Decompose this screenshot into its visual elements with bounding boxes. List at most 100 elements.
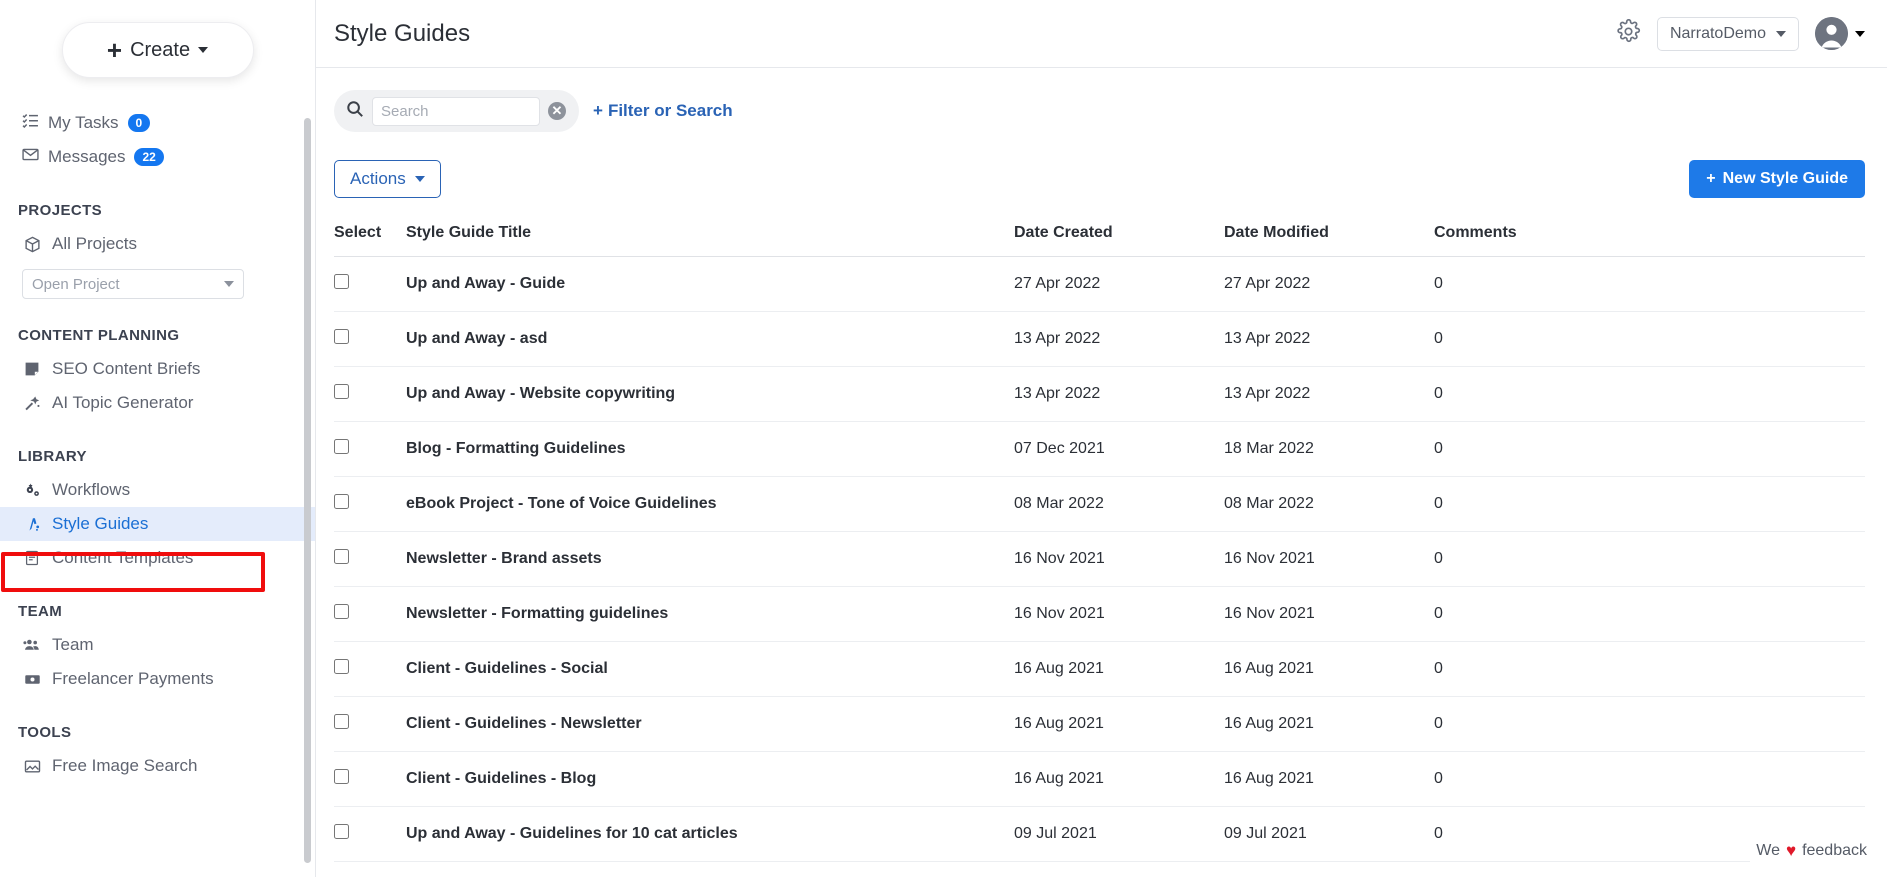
sidebar-item-free-image-search[interactable]: Free Image Search	[0, 749, 315, 783]
quick-links: My Tasks 0 Messages 22	[0, 106, 315, 174]
row-checkbox[interactable]	[334, 659, 349, 674]
sidebar-item-style-guides[interactable]: Style Guides	[0, 507, 315, 541]
sidebar-item-freelancer-payments[interactable]: Freelancer Payments	[0, 662, 315, 696]
sidebar-scrollbar[interactable]	[304, 118, 311, 863]
row-date-modified: 16 Aug 2021	[1224, 641, 1434, 697]
row-date-modified: 16 Aug 2021	[1224, 696, 1434, 752]
row-comments: 0	[1434, 531, 1865, 587]
table-row[interactable]: eBook Project - Tone of Voice Guidelines…	[334, 476, 1865, 532]
row-checkbox[interactable]	[334, 384, 349, 399]
sidebar-item-label: SEO Content Briefs	[52, 359, 201, 378]
table-header-row: Select Style Guide Title Date Created Da…	[334, 224, 1865, 257]
top-bar: Style Guides NarratoDemo	[316, 0, 1887, 68]
people-icon	[22, 636, 42, 654]
row-select-cell	[334, 256, 406, 312]
open-project-value: Open Project	[32, 275, 120, 293]
row-checkbox[interactable]	[334, 604, 349, 619]
row-title[interactable]: Up and Away - Guidelines for 10 cat arti…	[406, 806, 1014, 862]
row-select-cell	[334, 531, 406, 587]
row-checkbox[interactable]	[334, 824, 349, 839]
row-title[interactable]: Client - Guidelines - Blog	[406, 751, 1014, 807]
row-date-modified: 16 Aug 2021	[1224, 751, 1434, 807]
row-title[interactable]: Newsletter - Formatting guidelines	[406, 586, 1014, 642]
row-comments: 0	[1434, 421, 1865, 477]
sidebar-item-label: Messages	[48, 147, 126, 166]
sidebar-item-all-projects[interactable]: All Projects	[0, 227, 315, 261]
row-checkbox[interactable]	[334, 769, 349, 784]
row-date-modified: 13 Apr 2022	[1224, 366, 1434, 422]
sidebar-item-messages[interactable]: Messages 22	[22, 140, 315, 174]
table-row[interactable]: Up and Away - Guide 27 Apr 2022 27 Apr 202…	[334, 256, 1865, 312]
table-row[interactable]: Client - Guidelines - Blog 16 Aug 2021 16 …	[334, 751, 1865, 807]
row-checkbox[interactable]	[334, 439, 349, 454]
filter-or-search-link[interactable]: + Filter or Search	[593, 101, 733, 121]
row-title[interactable]: Client - Guidelines - Newsletter	[406, 696, 1014, 752]
table-row[interactable]: Blog - Formatting Guidelines 07 Dec 2021 1…	[334, 421, 1865, 477]
row-comments: 0	[1434, 586, 1865, 642]
search-input[interactable]	[372, 96, 540, 126]
table-row[interactable]: Up and Away - Guidelines for 10 cat arti…	[334, 806, 1865, 862]
new-style-guide-button[interactable]: + New Style Guide	[1689, 160, 1865, 198]
table-row[interactable]: Client - Guidelines - Social 16 Aug 2021 1…	[334, 641, 1865, 697]
row-checkbox[interactable]	[334, 714, 349, 729]
row-checkbox[interactable]	[334, 549, 349, 564]
row-comments: 0	[1434, 256, 1865, 312]
content-area: ✕ + Filter or Search Actions + New Style…	[316, 68, 1887, 862]
column-header-date-modified: Date Modified	[1224, 224, 1434, 257]
feedback-widget[interactable]: We ♥ feedback	[1750, 837, 1873, 865]
app-root: + Create My Tasks 0 Messages 22 PROJECTS…	[0, 0, 1887, 877]
row-select-cell	[334, 366, 406, 422]
row-title[interactable]: eBook Project - Tone of Voice Guidelines	[406, 476, 1014, 532]
create-button[interactable]: + Create	[61, 22, 254, 78]
sidebar-item-seo-content-briefs[interactable]: SEO Content Briefs	[0, 352, 315, 386]
row-comments: 0	[1434, 696, 1865, 752]
avatar	[1815, 17, 1848, 50]
row-title[interactable]: Up and Away - asd	[406, 311, 1014, 367]
actions-button-label: Actions	[350, 169, 406, 188]
row-comments: 0	[1434, 751, 1865, 807]
sidebar-item-label: Workflows	[52, 480, 131, 499]
table-row[interactable]: Up and Away - asd 13 Apr 2022 13 Apr 2022 0	[334, 311, 1865, 367]
row-comments: 0	[1434, 366, 1865, 422]
chevron-down-icon	[414, 176, 425, 182]
table-row[interactable]: Newsletter - Formatting guidelines 16 Nov…	[334, 586, 1865, 642]
sidebar-item-workflows[interactable]: Workflows	[0, 473, 315, 507]
row-title[interactable]: Client - Guidelines - Social	[406, 641, 1014, 697]
page-title: Style Guides	[334, 19, 471, 47]
organization-selector[interactable]: NarratoDemo	[1656, 16, 1799, 51]
sidebar-item-label: My Tasks	[48, 113, 119, 132]
sidebar-item-my-tasks[interactable]: My Tasks 0	[22, 106, 315, 140]
style-guides-table: Select Style Guide Title Date Created Da…	[334, 224, 1865, 862]
tasks-list-icon	[22, 112, 39, 134]
sidebar-item-team[interactable]: Team	[0, 628, 315, 662]
row-date-created: 16 Aug 2021	[1014, 751, 1224, 807]
row-title[interactable]: Up and Away - Guide	[406, 256, 1014, 312]
section-title-team: TEAM	[18, 603, 63, 620]
row-checkbox[interactable]	[334, 274, 349, 289]
section-title-projects: PROJECTS	[18, 202, 103, 219]
row-date-modified: 27 Apr 2022	[1224, 256, 1434, 312]
row-checkbox[interactable]	[334, 494, 349, 509]
table-row[interactable]: Up and Away - Website copywriting 13 Apr …	[334, 366, 1865, 422]
clear-circle-icon[interactable]: ✕	[548, 102, 566, 120]
row-title[interactable]: Newsletter - Brand assets	[406, 531, 1014, 587]
table-body: Up and Away - Guide 27 Apr 2022 27 Apr 202…	[334, 256, 1865, 862]
filter-or-search-label: Filter or Search	[607, 101, 733, 120]
user-menu[interactable]	[1815, 17, 1865, 50]
image-icon	[22, 758, 42, 775]
sidebar-item-content-templates[interactable]: Content Templates	[0, 541, 315, 575]
table-row[interactable]: Client - Guidelines - Newsletter 16 Aug 2…	[334, 696, 1865, 752]
column-header-title: Style Guide Title	[406, 224, 1014, 257]
row-checkbox[interactable]	[334, 329, 349, 344]
row-title[interactable]: Up and Away - Website copywriting	[406, 366, 1014, 422]
open-project-select[interactable]: Open Project	[22, 269, 244, 299]
table-row[interactable]: Newsletter - Brand assets 16 Nov 2021 16 N…	[334, 531, 1865, 587]
top-bar-right: NarratoDemo	[1616, 16, 1865, 51]
gear-icon[interactable]	[1616, 18, 1641, 49]
row-title[interactable]: Blog - Formatting Guidelines	[406, 421, 1014, 477]
sidebar-item-ai-topic-generator[interactable]: AI Topic Generator	[0, 386, 315, 420]
create-button-label: Create	[130, 38, 191, 61]
actions-button[interactable]: Actions	[334, 160, 441, 198]
sidebar-item-label: Content Templates	[52, 548, 194, 567]
my-tasks-badge: 0	[127, 114, 151, 132]
